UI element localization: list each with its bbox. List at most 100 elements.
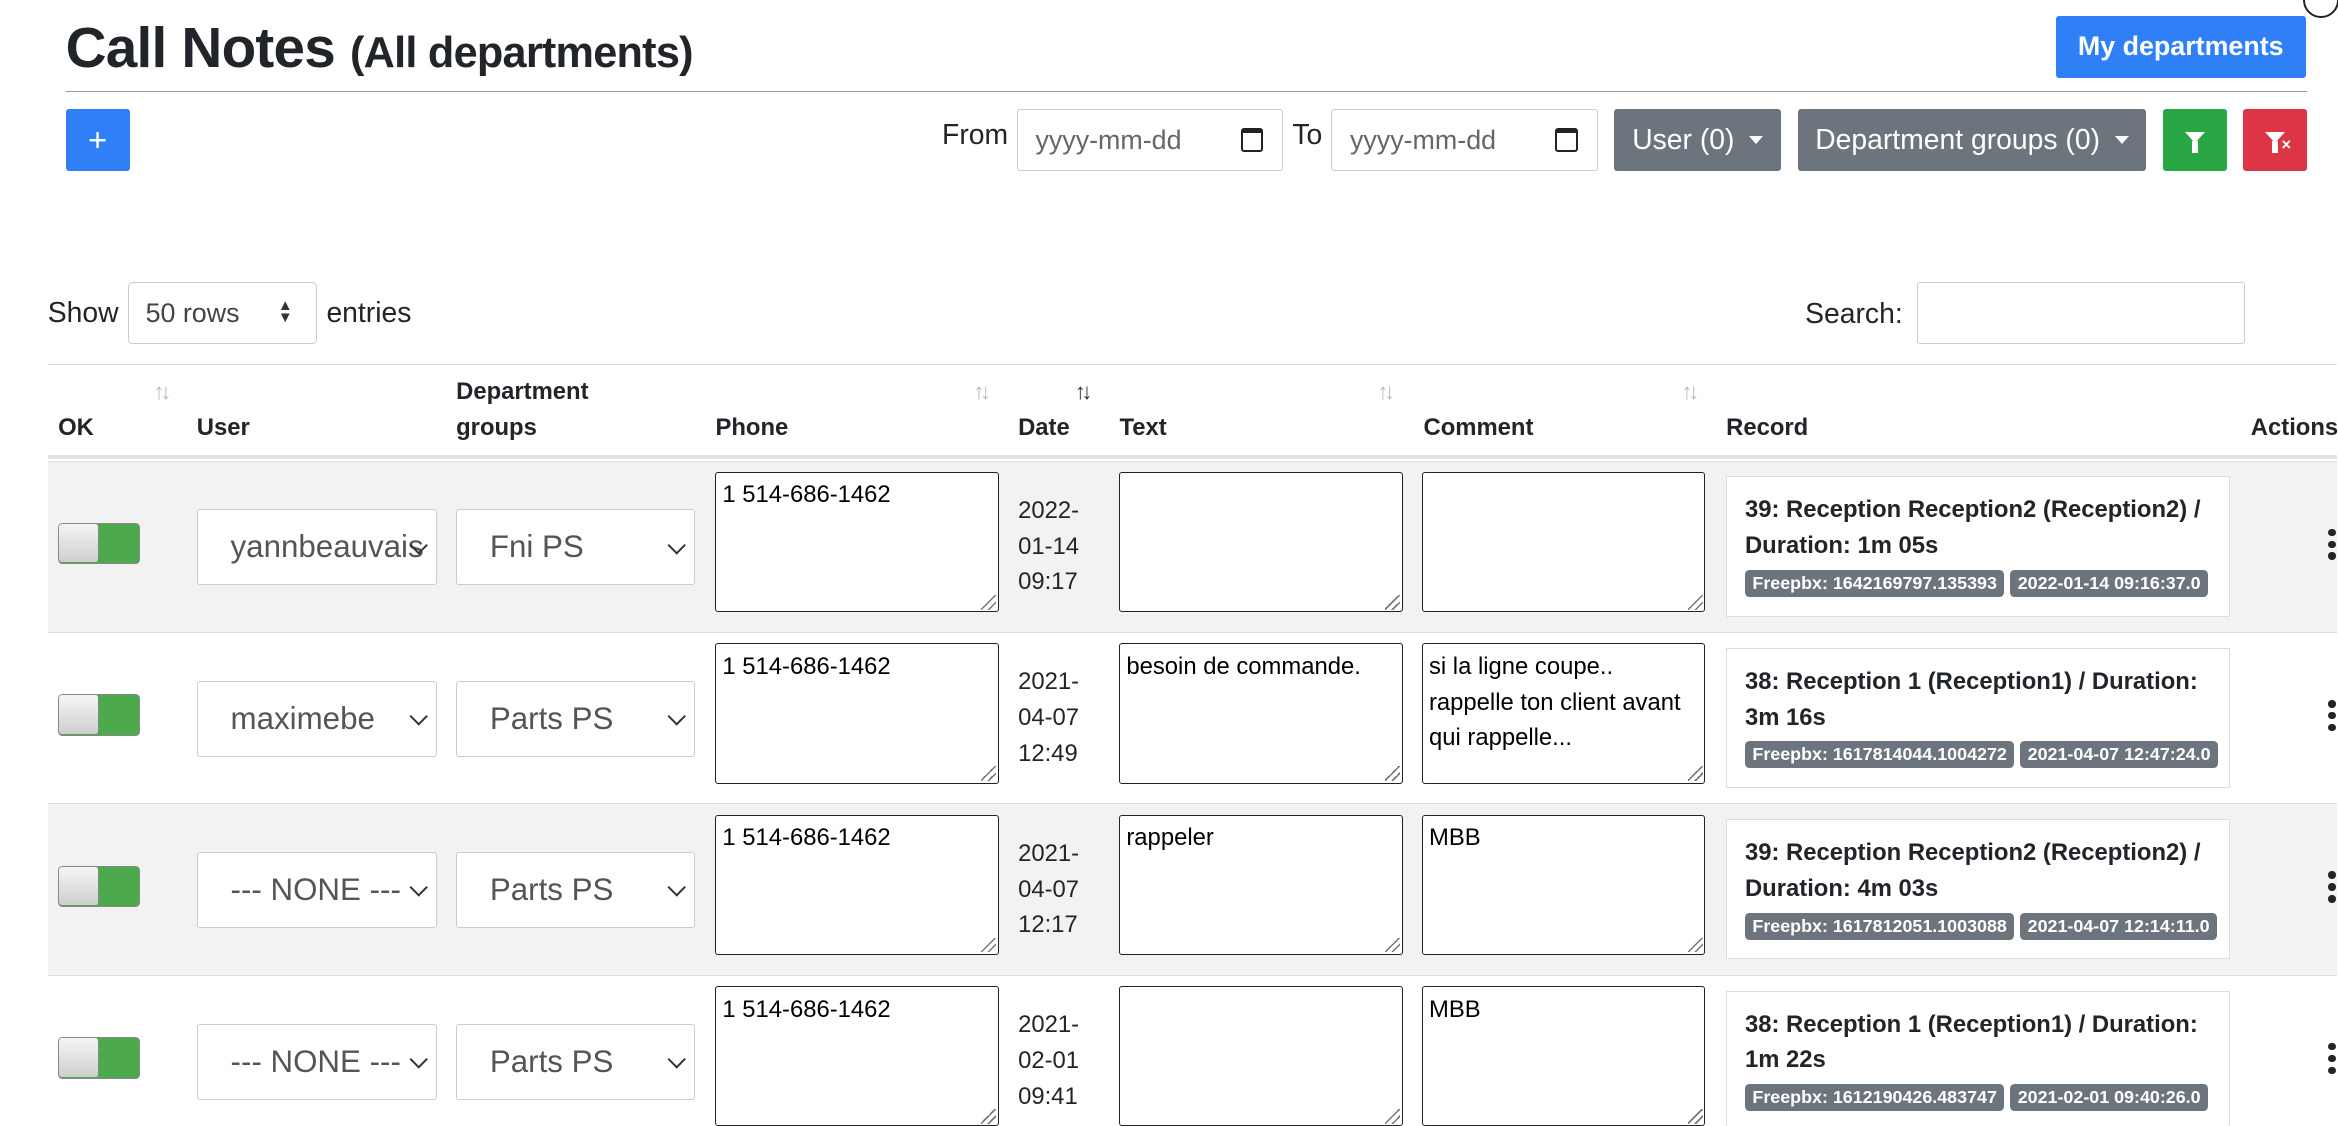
department-select[interactable]: Parts PS — [456, 680, 695, 757]
date-year: 2021- — [1018, 839, 1080, 867]
user-select-value: yannbeauvais — [230, 529, 424, 565]
column-header-phone[interactable]: Phone — [715, 410, 788, 446]
column-header-user[interactable]: User — [197, 410, 250, 446]
user-select[interactable]: --- NONE --- — [196, 1023, 437, 1100]
comment-value: MBB — [1428, 995, 1481, 1023]
toggle-knob — [59, 695, 100, 734]
date-year: 2022- — [1018, 496, 1080, 524]
record-title: 39: Reception Reception2 (Reception2) / … — [1744, 839, 2201, 902]
chevron-down-icon — [409, 878, 429, 898]
column-header-date[interactable]: Date — [1018, 410, 1070, 446]
clear-filter-button[interactable]: × — [2243, 108, 2308, 172]
actions-menu-icon[interactable] — [2328, 867, 2338, 907]
text-field[interactable]: rappeler — [1119, 814, 1403, 955]
ok-toggle[interactable] — [58, 522, 141, 565]
column-header-comment[interactable]: Comment — [1424, 410, 1534, 446]
rows-per-page-value: 50 rows — [145, 297, 240, 328]
user-filter-dropdown[interactable]: User (0) — [1614, 108, 1782, 172]
column-header-record[interactable]: Record — [1726, 410, 1808, 446]
table-row: maximebe Parts PS 1 514-686-1462 2021- 04… — [47, 632, 2338, 803]
ok-toggle[interactable] — [58, 865, 141, 908]
sort-icon[interactable]: ↑↓ — [973, 379, 991, 405]
resize-handle-icon[interactable] — [981, 1109, 997, 1124]
resize-handle-icon[interactable] — [1687, 1109, 1703, 1124]
user-select[interactable]: --- NONE --- — [196, 852, 437, 929]
comment-field[interactable]: MBB — [1422, 814, 1706, 955]
text-field[interactable]: besoin de commande. — [1119, 643, 1403, 784]
to-date-input[interactable]: yyyy-mm-dd — [1331, 108, 1598, 172]
search-input[interactable] — [1916, 281, 2245, 345]
updown-icon: ▲ ▼ — [277, 297, 293, 326]
comment-field[interactable] — [1422, 472, 1706, 613]
department-select-value: Parts PS — [489, 1043, 614, 1079]
my-departments-button[interactable]: My departments — [2055, 16, 2306, 78]
phone-field[interactable]: 1 514-686-1462 — [715, 986, 999, 1126]
resize-handle-icon[interactable] — [1687, 937, 1703, 953]
text-field[interactable] — [1119, 472, 1403, 613]
resize-handle-icon[interactable] — [1687, 594, 1703, 610]
caret-down-icon — [1749, 136, 1764, 145]
record-card: 39: Reception Reception2 (Reception2) / … — [1726, 819, 2230, 960]
resize-handle-icon[interactable] — [1385, 1109, 1401, 1124]
text-value: rappeler — [1126, 824, 1214, 852]
phone-field[interactable]: 1 514-686-1462 — [715, 814, 999, 955]
phone-value: 1 514-686-1462 — [722, 824, 891, 852]
phone-field[interactable]: 1 514-686-1462 — [715, 643, 999, 784]
page-subtitle: (All departments) — [350, 29, 693, 78]
sort-icon[interactable]: ↑↓ — [154, 379, 172, 405]
department-select[interactable]: Parts PS — [456, 852, 695, 929]
add-button[interactable]: + — [65, 108, 130, 172]
resize-handle-icon[interactable] — [981, 766, 997, 782]
phone-field[interactable]: 1 514-686-1462 — [715, 472, 999, 613]
resize-handle-icon[interactable] — [1385, 594, 1401, 610]
calendar-icon[interactable] — [1240, 127, 1264, 152]
page-title: Call Notes (All departments) — [65, 17, 694, 81]
sort-icon[interactable]: ↑↓ — [1681, 379, 1699, 405]
toggle-knob — [59, 523, 100, 563]
header-bottom-border — [47, 454, 2338, 460]
record-card: 38: Reception 1 (Reception1) / Duration:… — [1726, 990, 2230, 1126]
date-day: 01-14 — [1018, 532, 1080, 560]
department-select[interactable]: Parts PS — [456, 1023, 695, 1100]
department-select-value: Fni PS — [489, 529, 584, 565]
resize-handle-icon[interactable] — [1385, 766, 1401, 782]
apply-filter-button[interactable] — [2162, 108, 2227, 172]
comment-field[interactable]: si la ligne coupe.. rappelle ton client … — [1422, 643, 1706, 784]
calendar-icon[interactable] — [1555, 127, 1578, 152]
resize-handle-icon[interactable] — [1687, 766, 1703, 782]
sort-desc-icon[interactable]: ↑↓ — [1075, 379, 1093, 405]
record-card: 38: Reception 1 (Reception1) / Duration:… — [1726, 647, 2230, 788]
date-year: 2021- — [1018, 668, 1080, 696]
resize-handle-icon[interactable] — [981, 937, 997, 953]
date-time: 09:17 — [1018, 568, 1078, 596]
user-select[interactable]: yannbeauvais — [196, 509, 437, 586]
ok-toggle[interactable] — [58, 1036, 141, 1079]
record-title: 38: Reception 1 (Reception1) / Duration:… — [1744, 1010, 2198, 1074]
divider — [65, 90, 2308, 93]
department-groups-dropdown[interactable]: Department groups (0) — [1797, 108, 2147, 172]
actions-menu-icon[interactable] — [2328, 1038, 2338, 1078]
table-row: yannbeauvais Fni PS 1 514-686-1462 2022-… — [47, 460, 2338, 632]
column-header-department-groups[interactable]: Department groups — [456, 374, 588, 446]
resize-handle-icon[interactable] — [1385, 937, 1401, 953]
rows-per-page-select[interactable]: 50 rows ▲ ▼ — [128, 281, 318, 345]
resize-handle-icon[interactable] — [981, 594, 997, 610]
freepbx-badge: Freepbx: 1617812051.1003088 — [1744, 912, 2015, 940]
text-value: besoin de commande. — [1126, 652, 1361, 680]
department-select[interactable]: Fni PS — [456, 509, 695, 586]
column-header-text[interactable]: Text — [1119, 410, 1166, 446]
actions-menu-icon[interactable] — [2328, 524, 2338, 564]
date-cell: 2021- 04-07 12:49 — [1018, 664, 1079, 771]
column-header-ok[interactable]: OK — [58, 410, 94, 446]
user-select[interactable]: maximebe — [196, 680, 437, 757]
from-date-input[interactable]: yyyy-mm-dd — [1016, 108, 1284, 172]
sort-icon[interactable]: ↑↓ — [1377, 379, 1395, 405]
text-field[interactable] — [1119, 986, 1403, 1126]
freepbx-badge: Freepbx: 1617814044.1004272 — [1744, 741, 2015, 769]
ok-toggle[interactable] — [58, 694, 141, 736]
close-icon[interactable] — [2302, 0, 2338, 18]
from-date-placeholder: yyyy-mm-dd — [1035, 124, 1182, 155]
phone-value: 1 514-686-1462 — [722, 995, 891, 1023]
comment-field[interactable]: MBB — [1422, 986, 1706, 1126]
actions-menu-icon[interactable] — [2328, 696, 2338, 736]
